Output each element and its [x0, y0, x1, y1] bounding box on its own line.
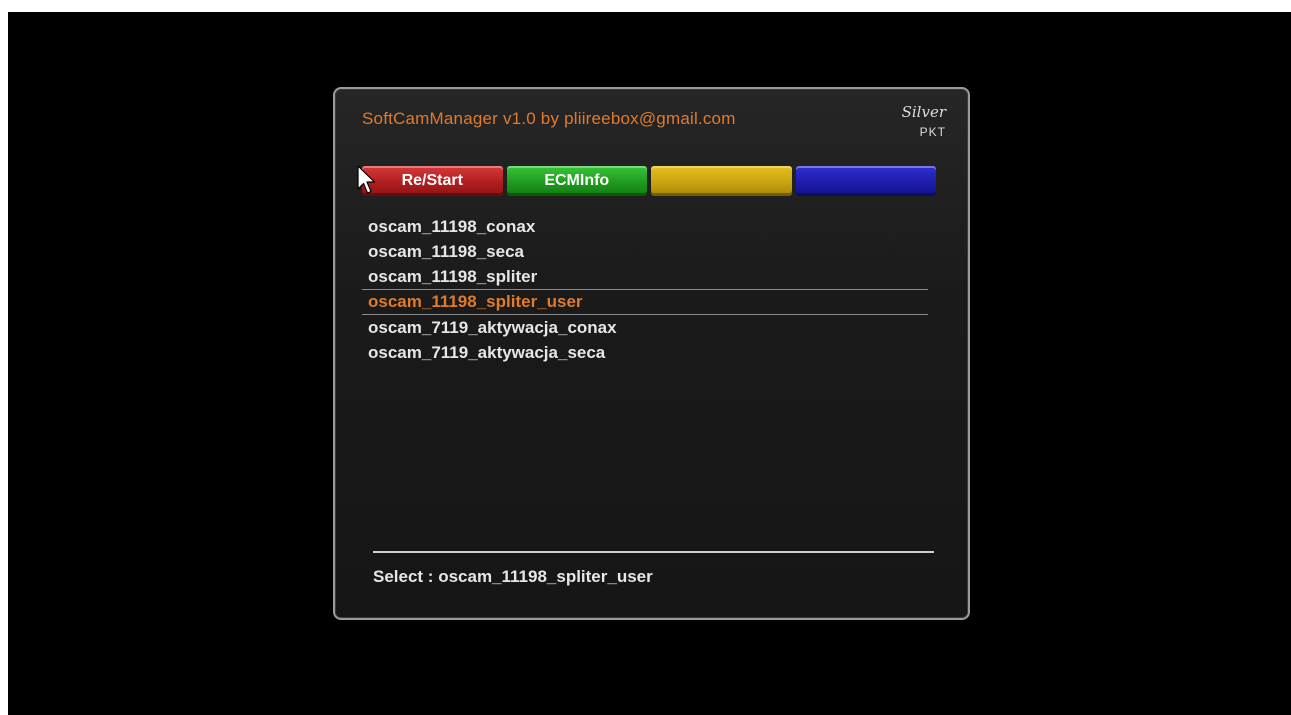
list-item-selected[interactable]: oscam_11198_spliter_user	[362, 289, 928, 315]
window-title: SoftCamManager v1.0 by pliireebox@gmail.…	[362, 109, 736, 128]
list-item[interactable]: oscam_7119_aktywacja_seca	[362, 340, 928, 365]
list-item[interactable]: oscam_11198_spliter	[362, 264, 928, 289]
color-button-bar: Re/Start ECMInfo	[362, 166, 936, 196]
softcam-manager-window: SoftCamManager v1.0 by pliireebox@gmail.…	[333, 87, 970, 620]
softcam-list: oscam_11198_conax oscam_11198_seca oscam…	[362, 214, 928, 365]
list-item[interactable]: oscam_11198_conax	[362, 214, 928, 239]
logo-script: Silver	[901, 103, 946, 121]
brand-logo: Silver PKT	[882, 101, 952, 147]
blue-button[interactable]	[795, 166, 936, 196]
list-item[interactable]: oscam_7119_aktywacja_conax	[362, 315, 928, 340]
yellow-button[interactable]	[651, 166, 792, 196]
status-divider	[373, 551, 934, 553]
logo-sub: PKT	[919, 125, 946, 139]
mouse-cursor-icon	[357, 165, 376, 194]
list-item[interactable]: oscam_11198_seca	[362, 239, 928, 264]
status-text: Select : oscam_11198_spliter_user	[373, 567, 653, 586]
red-restart-button[interactable]: Re/Start	[362, 166, 503, 196]
green-ecminfo-button[interactable]: ECMInfo	[506, 166, 647, 196]
